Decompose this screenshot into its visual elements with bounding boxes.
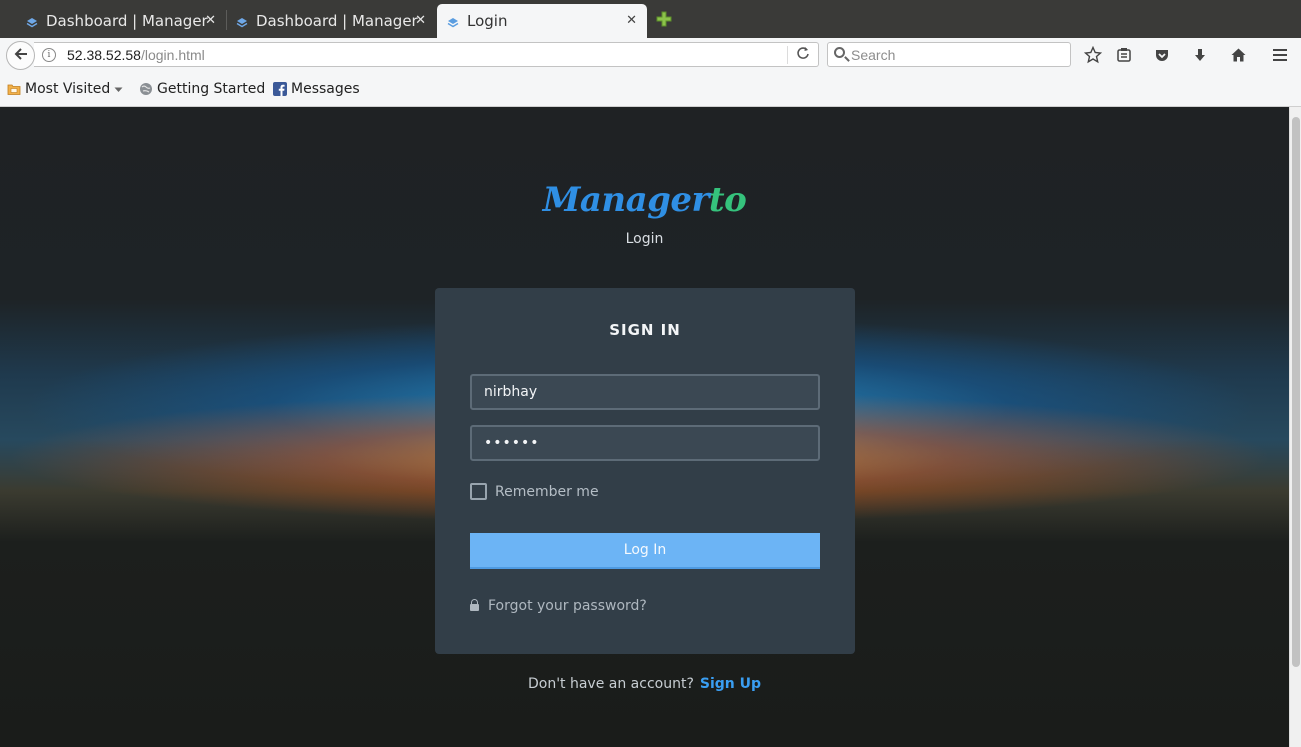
home-icon[interactable] [1228, 45, 1248, 65]
new-tab-icon[interactable] [655, 10, 673, 28]
vertical-scrollbar[interactable] [1289, 107, 1301, 747]
reload-icon[interactable] [796, 46, 810, 64]
bookmark-getting-started[interactable]: Getting Started [139, 81, 265, 97]
remember-checkbox[interactable] [470, 483, 487, 500]
close-icon[interactable]: ✕ [205, 13, 216, 28]
tab-dashboard-2[interactable]: Dashboard | Manager ✕ [226, 4, 436, 38]
arrow-left-icon [13, 46, 29, 66]
search-bar[interactable] [827, 42, 1071, 67]
close-icon[interactable]: ✕ [626, 13, 637, 28]
tab-title: Dashboard | Manager [46, 12, 208, 30]
close-icon[interactable]: ✕ [415, 13, 426, 28]
brand-part-manager: Manager [542, 180, 710, 220]
remember-label: Remember me [495, 483, 599, 500]
bookmark-label: Most Visited [25, 81, 111, 97]
search-input[interactable] [851, 45, 1061, 64]
layers-icon [236, 15, 248, 28]
bookmark-star-icon[interactable] [1083, 45, 1103, 65]
tab-dashboard-1[interactable]: Dashboard | Manager ✕ [16, 4, 226, 38]
globe-icon [139, 82, 153, 96]
username-field[interactable]: nirbhay [470, 374, 820, 410]
folder-icon [7, 82, 21, 96]
facebook-icon [273, 82, 287, 96]
page-subtitle: Login [625, 231, 664, 247]
bookmark-label: Getting Started [157, 81, 266, 97]
forgot-password-link[interactable]: Forgot your password? [470, 598, 647, 614]
url-host: 52.38.52.58 [67, 47, 141, 63]
tab-strip: Dashboard | Manager ✕ Dashboard | Manage… [0, 0, 1301, 38]
remember-me[interactable]: Remember me [470, 483, 599, 500]
page-viewport: Managerto Login SIGN IN nirbhay •••••• R… [0, 107, 1289, 747]
url-bar[interactable]: i 52.38.52.58/login.html [34, 42, 819, 67]
info-icon[interactable]: i [42, 48, 56, 62]
login-button[interactable]: Log In [470, 533, 820, 569]
bookmark-messages[interactable]: Messages [273, 81, 360, 97]
url-path: /login.html [140, 47, 205, 63]
menu-icon[interactable] [1270, 45, 1290, 65]
url-text[interactable]: 52.38.52.58/login.html [67, 47, 205, 63]
brand-part-to: to [708, 180, 747, 220]
forgot-label: Forgot your password? [488, 598, 647, 614]
signup-text: Don't have an account? [527, 676, 694, 692]
bookmark-most-visited[interactable]: Most Visited [7, 81, 123, 97]
search-icon [834, 47, 845, 58]
scrollbar-thumb[interactable] [1292, 117, 1300, 667]
card-title: SIGN IN [609, 321, 681, 339]
signup-prompt: Don't have an account? Sign Up [0, 676, 1289, 692]
lock-icon [470, 599, 479, 611]
signup-link[interactable]: Sign Up [700, 676, 761, 692]
navigation-bar: i 52.38.52.58/login.html [0, 38, 1301, 72]
tab-title: Dashboard | Manager [256, 12, 418, 30]
pocket-icon[interactable] [1152, 45, 1172, 65]
tab-login[interactable]: Login ✕ [437, 4, 647, 38]
layers-icon [447, 15, 459, 28]
bookmark-label: Messages [291, 81, 360, 97]
login-card: SIGN IN nirbhay •••••• Remember me Log I… [435, 288, 855, 654]
chevron-down-icon [114, 81, 123, 97]
download-icon[interactable] [1190, 45, 1210, 65]
bookmarks-toolbar: Most Visited Getting Started Messages [0, 72, 1301, 107]
password-field[interactable]: •••••• [470, 425, 820, 461]
layers-icon [26, 15, 38, 28]
divider [787, 46, 788, 64]
tab-title: Login [467, 12, 508, 30]
reading-list-icon[interactable] [1114, 45, 1134, 65]
back-button[interactable] [6, 41, 35, 70]
brand-logo[interactable]: Managerto [0, 180, 1289, 220]
